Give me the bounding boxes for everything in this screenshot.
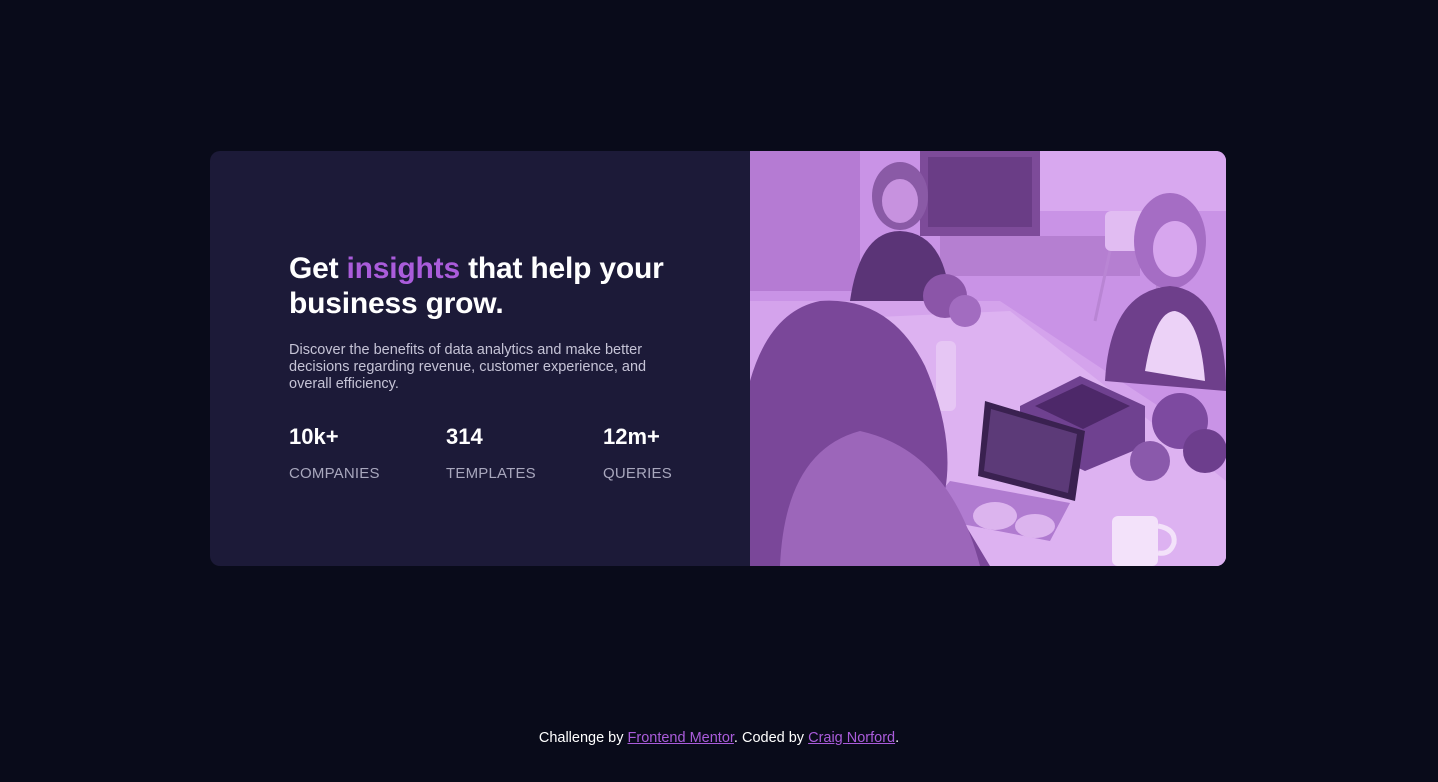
card-content: Get insights that help your business gro…	[210, 151, 750, 566]
stat-label: TEMPLATES	[446, 465, 536, 482]
footer-middle: . Coded by	[733, 730, 809, 746]
stat-value: 12m+	[603, 424, 660, 449]
description: Discover the benefits of data analytics …	[289, 342, 647, 392]
stat-value: 314	[446, 424, 483, 449]
stat-companies: 10k+ COMPANIES	[289, 424, 446, 483]
office-photo-illustration	[750, 151, 1226, 566]
stats-list: 10k+ COMPANIES 314 TEMPLATES 12m+ QUERIE…	[289, 424, 760, 483]
footer-prefix: Challenge by	[538, 730, 628, 746]
headline-accent: insights	[346, 252, 461, 285]
author-link[interactable]: Craig Norford	[808, 730, 895, 746]
stat-value: 10k+	[289, 424, 339, 449]
headline-start: Get	[289, 252, 347, 285]
footer-suffix: .	[895, 730, 900, 746]
stats-preview-card: Get insights that help your business gro…	[210, 151, 1226, 566]
office-team-photo	[750, 151, 1226, 566]
stat-label: QUERIES	[603, 465, 672, 482]
headline: Get insights that help your business gro…	[289, 251, 709, 321]
frontend-mentor-link[interactable]: Frontend Mentor	[628, 730, 734, 746]
page: Get insights that help your business gro…	[0, 0, 1438, 782]
stat-queries: 12m+ QUERIES	[603, 424, 760, 483]
attribution-footer: Challenge by Frontend Mentor. Coded by C…	[0, 729, 1438, 747]
stat-templates: 314 TEMPLATES	[446, 424, 603, 483]
stat-label: COMPANIES	[289, 465, 380, 482]
